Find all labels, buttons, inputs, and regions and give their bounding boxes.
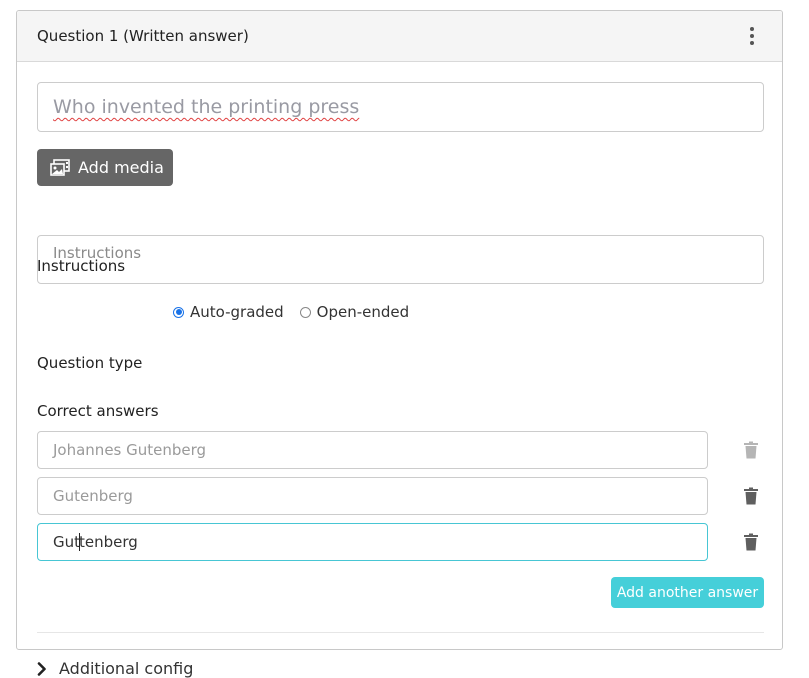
answer-value: Johannes Gutenberg <box>53 441 207 459</box>
answer-value: Gutenberg <box>53 487 133 505</box>
card-header: Question 1 (Written answer) <box>17 11 782 62</box>
radio-open-ended[interactable]: Open-ended <box>299 303 410 321</box>
answer-value-before-caret: Gut <box>53 533 81 551</box>
divider <box>37 632 764 633</box>
photo-film-icon <box>50 159 70 176</box>
card-title: Question 1 (Written answer) <box>37 27 249 45</box>
question-text-input[interactable]: Who invented the printing press <box>37 82 764 132</box>
chevron-right-icon <box>37 661 46 676</box>
answer-input-3[interactable]: Gut tenberg <box>37 523 708 561</box>
trash-icon[interactable] <box>743 533 759 551</box>
instructions-placeholder: Instructions <box>53 244 142 262</box>
additional-config-toggle[interactable]: Additional config <box>37 659 193 678</box>
add-another-answer-button[interactable]: Add another answer <box>611 577 764 608</box>
add-media-button[interactable]: Add media <box>37 149 173 186</box>
question-card: Question 1 (Written answer) Who invented… <box>16 10 783 678</box>
answer-input-2[interactable]: Gutenberg <box>37 477 708 515</box>
radio-open-ended-label: Open-ended <box>316 303 410 321</box>
trash-icon[interactable] <box>743 441 759 459</box>
additional-config-label: Additional config <box>59 659 194 678</box>
radio-auto-graded-label: Auto-graded <box>190 303 284 321</box>
trash-icon[interactable] <box>743 487 759 505</box>
radio-auto-graded[interactable]: Auto-graded <box>173 303 284 321</box>
radio-checked-icon <box>173 306 184 318</box>
question-type-radio-group: Auto-graded Open-ended <box>173 303 425 321</box>
add-media-label: Add media <box>78 158 164 177</box>
answer-value-after-caret: tenberg <box>79 533 138 551</box>
kebab-menu-icon[interactable] <box>742 24 762 48</box>
instructions-input[interactable]: Instructions <box>37 235 764 284</box>
radio-unchecked-icon <box>299 306 311 318</box>
question-type-label: Question type <box>37 354 143 372</box>
answer-input-1[interactable]: Johannes Gutenberg <box>37 431 708 469</box>
correct-answers-label: Correct answers <box>37 402 159 420</box>
question-text-value: Who invented the printing press <box>53 96 360 118</box>
